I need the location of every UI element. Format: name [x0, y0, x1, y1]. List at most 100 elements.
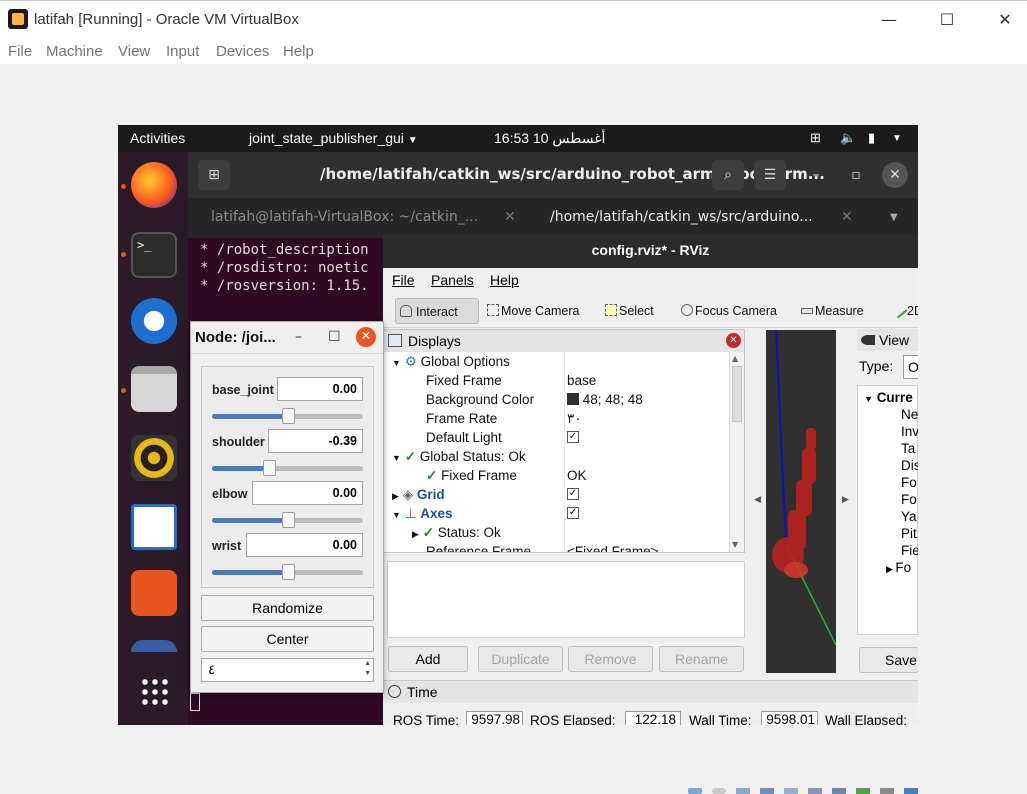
- axes-status-row[interactable]: ▶ ✓ Status: Ok: [412, 523, 501, 542]
- rhythmbox-icon[interactable]: [131, 435, 177, 481]
- ros-elapsed-field[interactable]: 122.18: [625, 711, 681, 725]
- recording-icon[interactable]: [856, 788, 870, 794]
- minimize-button[interactable]: –: [800, 160, 832, 190]
- tab-2-close-icon[interactable]: ✕: [841, 209, 853, 225]
- restore-button[interactable]: ▫: [840, 160, 872, 190]
- collapse-right-icon[interactable]: ▶: [842, 495, 849, 505]
- interact-tool[interactable]: Interact: [395, 298, 479, 324]
- global-options-row[interactable]: ▼ ⚙ Global Options: [392, 352, 510, 371]
- joint-slider[interactable]: [212, 564, 363, 580]
- shared-folder-icon[interactable]: [808, 788, 822, 794]
- rviz-menu-panels[interactable]: Panels: [431, 272, 474, 288]
- menu-input[interactable]: Input: [166, 43, 199, 60]
- view-property[interactable]: Dis: [901, 458, 918, 473]
- battery-icon[interactable]: ▮: [868, 130, 875, 146]
- hdd-icon[interactable]: [688, 788, 702, 794]
- add-button[interactable]: Add: [388, 646, 468, 672]
- tabs-dropdown-icon[interactable]: ▼: [890, 212, 898, 223]
- menu-button[interactable]: ☰: [754, 160, 786, 190]
- rviz-menu-file[interactable]: File: [392, 272, 415, 288]
- center-button[interactable]: Center: [201, 626, 374, 652]
- show-apps-icon[interactable]: [140, 677, 170, 707]
- joint-slider[interactable]: [212, 408, 363, 424]
- usb-icon[interactable]: [784, 788, 798, 794]
- reference-frame-value[interactable]: <Fixed Frame>: [567, 542, 659, 552]
- axes-checkbox[interactable]: ✓: [567, 507, 579, 519]
- menu-help[interactable]: Help: [283, 43, 314, 60]
- background-color-value[interactable]: 48; 48; 48: [567, 390, 643, 409]
- joint-value-field[interactable]: 0.00: [252, 481, 363, 505]
- spin-arrows-icon[interactable]: ▲ ▼: [364, 659, 371, 679]
- menu-machine[interactable]: Machine: [46, 43, 103, 60]
- scroll-up-icon[interactable]: ▲: [732, 354, 738, 363]
- jsp-close-button[interactable]: ✕: [356, 327, 376, 347]
- menu-view[interactable]: View: [118, 43, 150, 60]
- close-button[interactable]: ✕: [982, 5, 1027, 35]
- view-property[interactable]: Fo: [901, 475, 917, 490]
- new-tab-button[interactable]: ⊞: [198, 160, 230, 190]
- tab-2[interactable]: /home/latifah/catkin_ws/src/arduino...: [550, 209, 813, 225]
- clock[interactable]: 16:53 10 أغسطس: [494, 130, 605, 147]
- randomize-button[interactable]: Randomize: [201, 595, 374, 621]
- joint-value-field[interactable]: -0.39: [268, 429, 363, 453]
- view-property[interactable]: Inv: [901, 424, 918, 439]
- spin-box[interactable]: ٤ ▲ ▼: [201, 658, 374, 682]
- scroll-thumb[interactable]: [732, 366, 742, 422]
- display-icon[interactable]: [832, 788, 846, 794]
- view-property[interactable]: Fo: [901, 492, 917, 507]
- view-property[interactable]: Fie: [901, 543, 918, 558]
- scroll-down-icon[interactable]: ▼: [732, 540, 738, 549]
- maximize-button[interactable]: ☐: [924, 5, 970, 35]
- jsp-minimize-button[interactable]: –: [295, 329, 302, 345]
- current-view-row[interactable]: ▼ Curre: [864, 390, 913, 405]
- collapse-left-icon[interactable]: ◀: [754, 495, 761, 505]
- activities-button[interactable]: Activities: [130, 130, 185, 146]
- grid-row[interactable]: ▶ ◈ Grid: [392, 485, 445, 504]
- joint-slider[interactable]: [212, 460, 363, 476]
- ros-time-field[interactable]: 9597.98: [466, 711, 523, 725]
- app-center-icon[interactable]: [131, 570, 177, 616]
- mouse-integration-icon[interactable]: [904, 788, 918, 794]
- terminal-icon[interactable]: >_: [131, 232, 177, 278]
- global-status-row[interactable]: ▼ ✓ Global Status: Ok: [392, 447, 526, 466]
- audio-icon[interactable]: [736, 788, 750, 794]
- displays-scrollbar[interactable]: ▲ ▼: [729, 352, 744, 552]
- focus-camera-tool[interactable]: Focus Camera: [677, 298, 777, 324]
- view-property[interactable]: Ta: [901, 441, 915, 456]
- view-property[interactable]: Ne: [901, 407, 918, 422]
- menu-file[interactable]: File: [8, 43, 32, 60]
- view-type-select[interactable]: O: [903, 355, 918, 379]
- writer-icon[interactable]: [131, 504, 177, 550]
- view-property[interactable]: Pit: [901, 526, 917, 541]
- wall-time-field[interactable]: 9598.01: [761, 711, 818, 725]
- close-button[interactable]: ✕: [882, 162, 908, 188]
- tab-1-close-icon[interactable]: ✕: [504, 209, 516, 225]
- grid-checkbox[interactable]: ✓: [567, 488, 579, 500]
- network-icon[interactable]: [760, 788, 774, 794]
- app-menu[interactable]: joint_state_publisher_gui ▼: [249, 130, 418, 146]
- joint-value-field[interactable]: 0.00: [246, 533, 363, 557]
- slider-handle[interactable]: [263, 460, 277, 476]
- move-camera-tool[interactable]: Move Camera: [483, 298, 580, 324]
- default-light-checkbox[interactable]: ✓: [567, 431, 579, 443]
- 3d-viewport[interactable]: [766, 330, 836, 673]
- files-icon[interactable]: [131, 366, 177, 412]
- axes-row[interactable]: ▼ ⊥ Axes: [392, 504, 453, 523]
- rviz-menu-help[interactable]: Help: [490, 272, 519, 288]
- close-panel-icon[interactable]: ✕: [726, 333, 741, 348]
- remove-button[interactable]: Remove: [568, 646, 653, 672]
- system-menu-caret-icon[interactable]: ▼: [892, 133, 902, 144]
- tab-1[interactable]: latifah@latifah-VirtualBox: ~/catkin_...: [211, 209, 478, 225]
- minimize-button[interactable]: —: [866, 5, 912, 35]
- volume-icon[interactable]: 🔈: [840, 130, 856, 146]
- rename-button[interactable]: Rename: [659, 646, 744, 672]
- search-button[interactable]: ⌕: [712, 160, 744, 190]
- network-status-icon[interactable]: ⊞: [810, 130, 821, 146]
- jsp-maximize-button[interactable]: ☐: [328, 329, 341, 345]
- frame-rate-value[interactable]: ٣٠: [567, 409, 582, 428]
- help-icon[interactable]: [131, 640, 177, 652]
- slider-handle[interactable]: [281, 512, 295, 528]
- joint-slider[interactable]: [212, 512, 363, 528]
- save-view-button[interactable]: Save: [859, 647, 918, 673]
- slider-handle[interactable]: [281, 564, 295, 580]
